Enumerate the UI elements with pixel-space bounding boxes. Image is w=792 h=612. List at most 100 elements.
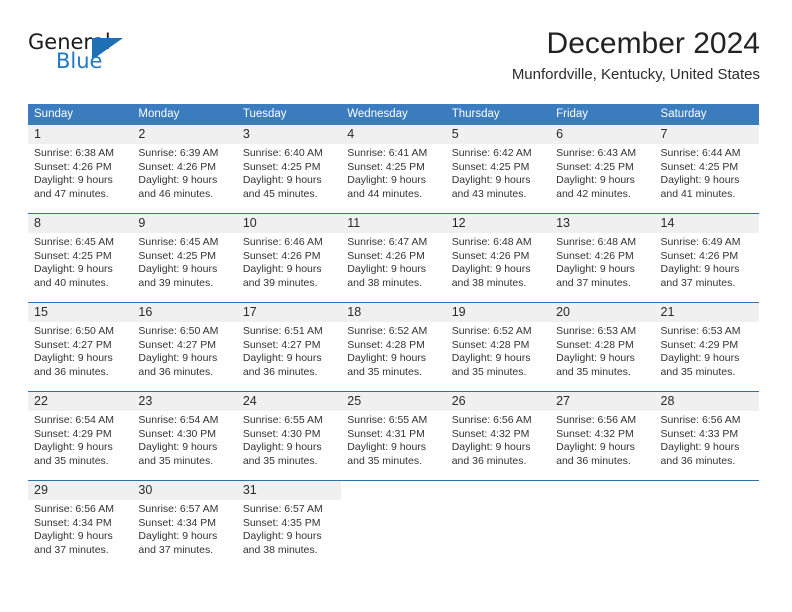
day-number: 28 — [654, 392, 759, 411]
daylight-duration-line2: and 37 minutes. — [660, 276, 736, 289]
calendar-day-cell[interactable]: 5 Sunrise: 6:42 AM Sunset: 4:25 PM Daylight… — [445, 125, 551, 214]
daylight-duration-line1: Daylight: 9 hours — [660, 263, 740, 276]
day-cell-content: 27 Sunrise: 6:56 AM Sunset: 4:32 PM Dayligh… — [550, 392, 655, 480]
calendar-day-cell[interactable]: 13 Sunrise: 6:48 AM Sunset: 4:26 PM Dayligh… — [550, 213, 655, 303]
day-number: 20 — [550, 303, 655, 322]
calendar-day-cell[interactable]: 2 Sunrise: 6:39 AM Sunset: 4:26 PM Daylight… — [132, 125, 237, 214]
daylight-duration-line2: and 39 minutes. — [242, 276, 318, 289]
day-cell-content: 29 Sunrise: 6:56 AM Sunset: 4:34 PM Dayligh… — [28, 481, 133, 569]
sunrise-time: Sunrise: 6:45 AM — [34, 236, 114, 248]
daylight-duration-line2: and 36 minutes. — [451, 454, 527, 467]
sunrise-time: Sunrise: 6:39 AM — [138, 147, 219, 159]
day-cell-content: 10 Sunrise: 6:46 AM Sunset: 4:26 PM Dayligh… — [236, 214, 342, 302]
calendar-day-cell[interactable]: 17 Sunrise: 6:51 AM Sunset: 4:27 PM Dayligh… — [236, 302, 342, 392]
daylight-duration-line2: and 38 minutes. — [347, 276, 422, 289]
sunset-time: Sunset: 4:28 PM — [556, 338, 634, 351]
day-number: 2 — [132, 125, 237, 144]
day-number — [341, 481, 445, 500]
sunrise-time: Sunrise: 6:52 AM — [347, 325, 428, 337]
calendar-day-cell[interactable]: 12 Sunrise: 6:48 AM Sunset: 4:26 PM Dayligh… — [445, 213, 551, 303]
calendar-day-cell[interactable]: 26 Sunrise: 6:56 AM Sunset: 4:32 PM Dayligh… — [445, 391, 551, 481]
daylight-duration-line1: Daylight: 9 hours — [347, 263, 427, 276]
daylight-duration-line1: Daylight: 9 hours — [138, 530, 218, 543]
day-detail: Sunrise: 6:45 AM Sunset: 4:25 PM Daylight:… — [28, 233, 132, 290]
sunrise-time: Sunrise: 6:43 AM — [556, 147, 637, 159]
daylight-duration-line1: Daylight: 9 hours — [138, 174, 218, 187]
daylight-duration-line2: and 35 minutes. — [347, 454, 422, 467]
day-number: 24 — [236, 392, 342, 411]
day-detail: Sunrise: 6:51 AM Sunset: 4:27 PM Daylight:… — [237, 322, 341, 379]
calendar-day-cell[interactable]: 23 Sunrise: 6:54 AM Sunset: 4:30 PM Dayligh… — [132, 391, 237, 481]
day-number: 21 — [654, 303, 759, 322]
daylight-duration-line2: and 43 minutes. — [451, 187, 527, 200]
calendar-day-cell[interactable]: 6 Sunrise: 6:43 AM Sunset: 4:25 PM Daylight… — [550, 125, 655, 214]
calendar-day-cell[interactable]: 4 Sunrise: 6:41 AM Sunset: 4:25 PM Daylight… — [341, 125, 446, 214]
sunset-time: Sunset: 4:31 PM — [347, 427, 425, 440]
calendar-day-cell[interactable]: 10 Sunrise: 6:46 AM Sunset: 4:26 PM Dayligh… — [236, 213, 342, 303]
calendar-day-cell[interactable]: 24 Sunrise: 6:55 AM Sunset: 4:30 PM Dayligh… — [236, 391, 342, 481]
calendar-day-cell[interactable]: 22 Sunrise: 6:54 AM Sunset: 4:29 PM Dayligh… — [28, 391, 133, 481]
sunrise-time: Sunrise: 6:54 AM — [34, 414, 114, 426]
daylight-duration-line1: Daylight: 9 hours — [660, 441, 740, 454]
calendar-day-cell[interactable]: 1 Sunrise: 6:38 AM Sunset: 4:26 PM Daylight… — [28, 125, 133, 214]
calendar-day-cell[interactable]: 19 Sunrise: 6:52 AM Sunset: 4:28 PM Dayligh… — [445, 302, 551, 392]
daylight-duration-line1: Daylight: 9 hours — [242, 174, 322, 187]
day-detail: Sunrise: 6:54 AM Sunset: 4:29 PM Daylight:… — [28, 411, 132, 468]
sunset-time: Sunset: 4:27 PM — [34, 338, 112, 351]
calendar-day-cell[interactable]: 14 Sunrise: 6:49 AM Sunset: 4:26 PM Dayligh… — [654, 213, 759, 303]
day-cell-content: 20 Sunrise: 6:53 AM Sunset: 4:28 PM Dayligh… — [550, 303, 655, 391]
day-detail: Sunrise: 6:39 AM Sunset: 4:26 PM Daylight:… — [132, 144, 236, 201]
day-detail: Sunrise: 6:50 AM Sunset: 4:27 PM Daylight:… — [132, 322, 236, 379]
day-cell-content: 15 Sunrise: 6:50 AM Sunset: 4:27 PM Dayligh… — [28, 303, 133, 391]
calendar-day-cell — [445, 480, 551, 569]
calendar-day-cell — [654, 480, 759, 569]
day-detail: Sunrise: 6:56 AM Sunset: 4:34 PM Daylight:… — [28, 500, 132, 557]
calendar-day-cell[interactable]: 11 Sunrise: 6:47 AM Sunset: 4:26 PM Dayligh… — [341, 213, 446, 303]
sunset-time: Sunset: 4:27 PM — [138, 338, 217, 351]
calendar-day-cell[interactable]: 15 Sunrise: 6:50 AM Sunset: 4:27 PM Dayligh… — [28, 302, 133, 392]
day-number: 8 — [28, 214, 133, 233]
calendar-day-cell[interactable]: 25 Sunrise: 6:55 AM Sunset: 4:31 PM Dayligh… — [341, 391, 446, 481]
day-number: 4 — [341, 125, 446, 144]
daylight-duration-line1: Daylight: 9 hours — [242, 441, 322, 454]
sunrise-time: Sunrise: 6:47 AM — [347, 236, 428, 248]
calendar-day-cell[interactable]: 18 Sunrise: 6:52 AM Sunset: 4:28 PM Dayligh… — [341, 302, 446, 392]
calendar-day-cell[interactable]: 20 Sunrise: 6:53 AM Sunset: 4:28 PM Dayligh… — [550, 302, 655, 392]
calendar-day-cell[interactable]: 16 Sunrise: 6:50 AM Sunset: 4:27 PM Dayligh… — [132, 302, 237, 392]
daylight-duration-line1: Daylight: 9 hours — [34, 352, 113, 365]
calendar-day-cell[interactable]: 30 Sunrise: 6:57 AM Sunset: 4:34 PM Dayligh… — [132, 480, 237, 569]
daylight-duration-line2: and 39 minutes. — [138, 276, 214, 289]
daylight-duration-line2: and 46 minutes. — [138, 187, 214, 200]
daylight-duration-line2: and 36 minutes. — [242, 365, 318, 378]
calendar-day-cell[interactable]: 7 Sunrise: 6:44 AM Sunset: 4:25 PM Daylight… — [654, 125, 759, 214]
daylight-duration-line2: and 40 minutes. — [34, 276, 109, 289]
calendar-day-cell[interactable]: 31 Sunrise: 6:57 AM Sunset: 4:35 PM Dayligh… — [236, 480, 342, 569]
calendar-day-cell[interactable]: 29 Sunrise: 6:56 AM Sunset: 4:34 PM Dayligh… — [28, 480, 133, 569]
daylight-duration-line1: Daylight: 9 hours — [34, 263, 113, 276]
calendar-day-cell[interactable]: 8 Sunrise: 6:45 AM Sunset: 4:25 PM Daylight… — [28, 213, 133, 303]
day-detail: Sunrise: 6:43 AM Sunset: 4:25 PM Daylight:… — [550, 144, 654, 201]
day-cell-content: 31 Sunrise: 6:57 AM Sunset: 4:35 PM Dayligh… — [236, 481, 342, 569]
calendar-day-cell[interactable]: 21 Sunrise: 6:53 AM Sunset: 4:29 PM Dayligh… — [654, 302, 759, 392]
sunrise-time: Sunrise: 6:38 AM — [34, 147, 114, 159]
day-cell-content: 21 Sunrise: 6:53 AM Sunset: 4:29 PM Dayligh… — [654, 303, 759, 391]
calendar-day-cell[interactable]: 27 Sunrise: 6:56 AM Sunset: 4:32 PM Dayligh… — [550, 391, 655, 481]
calendar-day-cell[interactable]: 3 Sunrise: 6:40 AM Sunset: 4:25 PM Daylight… — [236, 125, 342, 214]
sunrise-time: Sunrise: 6:54 AM — [138, 414, 219, 426]
calendar-day-cell[interactable]: 9 Sunrise: 6:45 AM Sunset: 4:25 PM Daylight… — [132, 213, 237, 303]
day-number: 3 — [236, 125, 342, 144]
brand-name-blue: Blue — [56, 49, 103, 73]
calendar-day-cell[interactable]: 28 Sunrise: 6:56 AM Sunset: 4:33 PM Dayligh… — [654, 391, 759, 481]
sunset-time: Sunset: 4:25 PM — [556, 160, 634, 173]
general-blue-logo[interactable]: General Blue — [28, 30, 168, 86]
day-detail: Sunrise: 6:44 AM Sunset: 4:25 PM Daylight:… — [655, 144, 759, 201]
sunset-time: Sunset: 4:26 PM — [34, 160, 112, 173]
daylight-duration-line1: Daylight: 9 hours — [347, 352, 427, 365]
daylight-duration-line2: and 37 minutes. — [138, 543, 214, 556]
daylight-duration-line2: and 42 minutes. — [556, 187, 631, 200]
day-number — [446, 481, 550, 500]
weekday-header-tuesday: Tuesday — [236, 104, 342, 125]
sunset-time: Sunset: 4:26 PM — [242, 249, 321, 262]
sunrise-time: Sunrise: 6:48 AM — [556, 236, 637, 248]
day-number: 9 — [132, 214, 237, 233]
